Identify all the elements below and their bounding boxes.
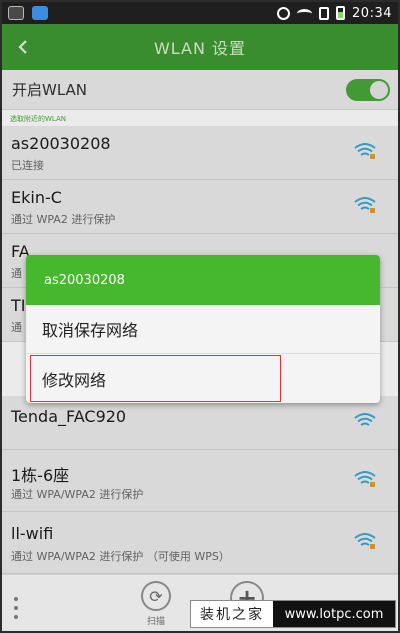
refresh-icon: ⟳ xyxy=(141,581,171,611)
watermark-brand: 装机之家 xyxy=(191,601,273,627)
battery-icon xyxy=(336,6,346,20)
highlight-annotation xyxy=(30,355,281,402)
watermark: 装机之家 www.lotpc.com xyxy=(190,600,396,628)
status-bar: 20:34 xyxy=(2,2,398,24)
dialog-title: as20030208 xyxy=(26,255,380,305)
cloud-app-icon xyxy=(32,6,48,20)
overflow-menu-icon[interactable] xyxy=(14,597,20,619)
forget-network-option[interactable]: 取消保存网络 xyxy=(26,305,380,354)
sim-icon xyxy=(319,6,330,20)
scan-button[interactable]: ⟳ 扫描 xyxy=(134,581,178,629)
status-time: 20:34 xyxy=(352,5,392,21)
camera-app-icon xyxy=(8,6,24,20)
wifi-status-icon xyxy=(297,8,313,18)
alarm-icon xyxy=(277,6,291,20)
watermark-url: www.lotpc.com xyxy=(273,601,395,627)
scan-label: 扫描 xyxy=(146,617,165,627)
